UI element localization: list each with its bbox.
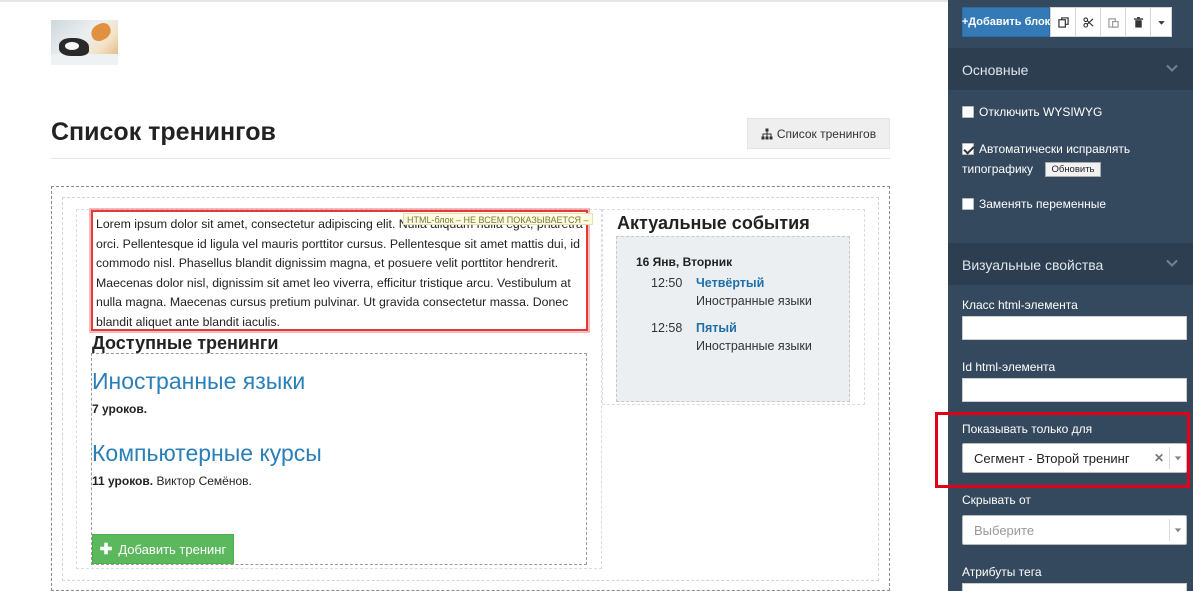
hide-from-label: Скрывать от	[962, 493, 1031, 507]
copy-icon	[1057, 16, 1069, 28]
logo-floor	[51, 54, 118, 65]
event-title-link[interactable]: Четвёртый	[696, 276, 764, 290]
hide-from-select[interactable]: Выберите	[962, 515, 1187, 545]
visual-section-header[interactable]: Визуальные свойства	[948, 243, 1193, 285]
events-section-title: Актуальные события	[617, 213, 810, 233]
sitemap-icon	[761, 128, 773, 139]
trainings-list-button[interactable]: Список тренингов	[747, 118, 890, 149]
html-block-selected[interactable]: Lorem ipsum dolor sit amet, consectetur …	[91, 210, 588, 331]
training-link[interactable]: Компьютерные курсы	[92, 440, 322, 467]
training-link[interactable]: Иностранные языки	[92, 368, 305, 395]
delete-button[interactable]	[1125, 7, 1151, 37]
logo-ball	[88, 20, 114, 44]
class-field-label: Класс html-элемента	[962, 298, 1078, 312]
chevron-down-icon	[1166, 64, 1178, 72]
event-subtitle: Иностранные языки	[696, 339, 812, 353]
replace-variables-checkbox[interactable]	[962, 198, 974, 210]
auto-typography-label-cont: типографику	[962, 162, 1034, 176]
cut-button[interactable]	[1075, 7, 1101, 37]
training-lessons-count: 7 уроков.	[92, 402, 148, 416]
plus-icon: ✚	[99, 541, 113, 558]
auto-typography-checkbox[interactable]	[962, 143, 974, 155]
trash-icon	[1133, 16, 1143, 28]
trainings-list-button-label: Список тренингов	[776, 126, 877, 141]
hide-from-placeholder: Выберите	[974, 522, 1035, 538]
id-input[interactable]	[962, 378, 1187, 402]
title-divider	[51, 158, 890, 159]
auto-typography-label: Автоматически исправлять	[979, 142, 1131, 156]
replace-variables-label: Заменять переменные	[979, 197, 1107, 211]
tag-attributes-label: Атрибуты тега	[962, 565, 1042, 579]
caret-down-icon[interactable]	[1170, 526, 1186, 534]
trainings-section-title: Доступные тренинги	[92, 333, 279, 353]
class-input[interactable]	[962, 316, 1187, 340]
paste-button[interactable]	[1100, 7, 1126, 37]
logo-cat-patch	[65, 42, 79, 50]
caret-down-icon	[1157, 20, 1165, 25]
basic-section-header[interactable]: Основные	[948, 48, 1193, 90]
event-time: 12:50	[651, 276, 683, 290]
add-training-label: Добавить тренинг	[118, 541, 227, 557]
tag-attributes-input[interactable]	[962, 583, 1187, 591]
event-time: 12:58	[651, 321, 683, 335]
disable-wysiwyg-label: Отключить WYSIWYG	[979, 105, 1103, 119]
training-meta: 7 уроков.	[92, 402, 147, 416]
copy-button[interactable]	[1050, 7, 1076, 37]
event-title-link[interactable]: Пятый	[696, 321, 737, 335]
paste-icon	[1107, 17, 1119, 28]
refresh-typography-button[interactable]: Обновить	[1045, 162, 1101, 177]
id-field-label: Id html-элемента	[962, 360, 1056, 374]
highlight-annotation-box	[935, 412, 1190, 488]
disable-wysiwyg-checkbox[interactable]	[962, 106, 974, 118]
add-training-button[interactable]: ✚ Добавить тренинг	[92, 534, 234, 564]
events-date: 16 Янв, Вторник	[636, 255, 733, 269]
page-canvas: Список тренингов Список тренингов Lorem …	[0, 0, 1193, 591]
cut-icon	[1082, 16, 1093, 28]
top-divider	[0, 0, 948, 2]
more-button[interactable]	[1150, 7, 1172, 37]
event-subtitle: Иностранные языки	[696, 294, 812, 308]
training-meta: 11 уроков. Виктор Семёнов.	[92, 474, 252, 488]
page-title[interactable]: Список тренингов	[51, 118, 276, 147]
training-author: Виктор Семёнов.	[156, 474, 252, 488]
chevron-down-icon	[1166, 259, 1178, 267]
add-block-button[interactable]: +Добавить блок	[962, 7, 1050, 37]
html-block-badge: HTML-блок – НЕ ВСЕМ ПОКАЗЫВАЕТСЯ –	[403, 213, 593, 225]
html-block-text: Lorem ipsum dolor sit amet, consectetur …	[96, 217, 583, 329]
training-lessons-count: 11 уроков.	[92, 474, 154, 488]
visual-section-title: Визуальные свойства	[962, 257, 1104, 273]
basic-section-title: Основные	[962, 62, 1029, 78]
site-logo-image[interactable]	[51, 20, 118, 65]
